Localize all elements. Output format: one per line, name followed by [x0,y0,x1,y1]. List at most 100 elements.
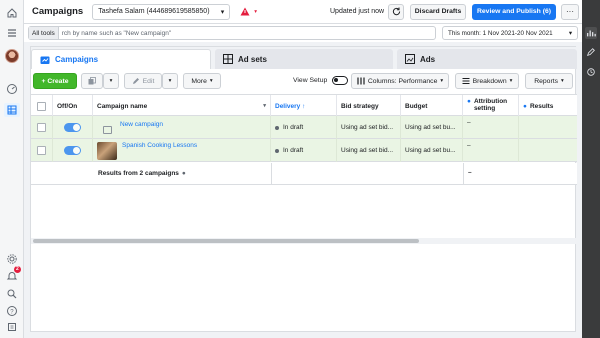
menu-icon[interactable] [4,26,20,40]
search-input[interactable]: All tools rch by name such as "New campa… [28,26,436,40]
column-header-label: Campaign name [97,102,148,110]
search-row: All tools rch by name such as "New campa… [24,24,582,42]
duplicate-dropdown[interactable]: ▾ [103,73,119,89]
home-icon[interactable] [4,6,20,20]
report-bug-icon[interactable] [4,320,20,334]
info-icon[interactable]: ● [523,103,527,110]
select-all-checkbox[interactable] [31,95,53,117]
search-icon[interactable] [4,287,20,301]
updated-status: Updated just now [330,8,385,15]
grid-icon[interactable] [4,103,20,117]
campaigns-panel: Campaigns Ad sets Ads + Create ▾ Edit ▾ … [30,46,577,332]
more-button[interactable]: More ▾ [183,73,221,89]
info-icon[interactable]: ● [467,98,471,105]
level-tabs: Campaigns Ad sets Ads [31,47,577,69]
campaign-thumbnail [97,142,117,160]
chevron-down-icon: ▾ [209,78,213,84]
review-and-publish-button[interactable]: Review and Publish (6) [472,3,556,20]
refresh-icon [392,7,400,16]
ad-account-select[interactable]: Tashefa Salam (444689619585850) ▾ [92,3,231,20]
chevron-down-icon: ▾ [568,29,572,37]
tab-campaigns[interactable]: Campaigns [31,49,211,69]
columns-label: Columns: Performance [367,77,438,85]
folder-icon [40,56,50,64]
settings-icon[interactable] [4,252,20,266]
view-setup-toggle[interactable] [332,76,348,87]
speedometer-icon[interactable] [4,82,20,96]
table-row[interactable]: New campaign In draft Using ad set bid..… [31,116,577,139]
breakdown-button[interactable]: Breakdown ▾ [455,73,519,89]
reports-label: Reports [534,77,559,85]
all-tools-chip[interactable]: All tools [29,27,59,39]
info-icon[interactable]: ● [182,170,186,177]
bid-strategy-cell: Using ad set bid... [337,116,401,139]
column-header-campaign-name[interactable]: Campaign name ▾ [93,95,271,117]
campaign-toggle[interactable] [53,139,93,162]
campaign-toggle[interactable] [53,116,93,139]
left-nav-rail: 2 ? [0,0,24,338]
search-placeholder: rch by name such as "New campaign" [61,29,172,37]
ad-icon [405,54,415,64]
bid-strategy-cell: Using ad set bid... [337,139,401,162]
refresh-button[interactable] [388,3,404,20]
results-summary-label: Results from 2 campaigns [98,170,179,177]
horizontal-scrollbar-thumb[interactable] [33,239,419,243]
more-options-button[interactable]: ··· [561,3,579,20]
ad-account-label: Tashefa Salam (444689619585850) [98,8,210,15]
columns-icon [357,77,365,85]
create-button[interactable]: + Create [33,73,77,89]
warning-icon [240,7,250,16]
column-header-delivery[interactable]: Delivery ↑ [271,95,337,117]
table-header: Off/On Campaign name ▾ Delivery ↑ Bid st… [31,94,577,117]
edit-pencil-icon[interactable] [585,46,597,58]
toolbar: + Create ▾ Edit ▾ More ▾ View Setup Colu… [31,69,577,93]
duplicate-button[interactable] [81,73,103,89]
chevron-down-icon: ▾ [220,8,225,16]
table-row[interactable]: Spanish Cooking Lessons In draft Using a… [31,139,577,162]
view-setup-label: View Setup [293,77,328,84]
bar-chart-icon[interactable] [585,27,597,39]
edit-dropdown[interactable]: ▾ [162,73,178,89]
avatar[interactable] [4,49,20,63]
right-side-rail [582,0,600,338]
warning-dropdown[interactable]: ▾ [240,7,257,16]
edit-label: Edit [142,77,155,85]
columns-button[interactable]: Columns: Performance ▾ [351,73,449,89]
column-header-bid-strategy[interactable]: Bid strategy [337,95,401,117]
row-checkbox[interactable] [31,116,53,139]
column-header-budget[interactable]: Budget [401,95,463,117]
chevron-down-icon: ▾ [168,78,172,84]
image-placeholder-icon [103,126,112,134]
tab-ad-sets[interactable]: Ad sets [215,49,393,69]
duplicate-icon [88,77,96,85]
results-summary: Results from 2 campaigns ● [98,170,186,177]
breakdown-icon [462,77,470,85]
attribution-cell: – [463,116,519,139]
campaign-name-link[interactable]: Spanish Cooking Lessons [122,142,197,149]
row-checkbox[interactable] [31,139,53,162]
column-header-results[interactable]: ● Results [519,95,577,117]
results-summary-row: Results from 2 campaigns ● – [31,163,577,185]
tab-label: Campaigns [55,55,99,64]
history-icon[interactable] [585,66,597,78]
date-range-picker[interactable]: This month: 1 Nov 2021-20 Nov 2021 ▾ [442,26,578,40]
discard-drafts-button[interactable]: Discard Drafts [410,3,466,20]
help-icon[interactable]: ? [4,304,20,318]
campaign-name-link[interactable]: New campaign [120,121,163,128]
reports-button[interactable]: Reports ▾ [525,73,573,89]
column-header-label: Results [529,102,554,110]
notification-badge: 2 [14,266,21,273]
column-header-label: Attribution setting [473,98,508,112]
delivery-status: In draft [283,124,304,131]
campaign-name-cell[interactable]: New campaign [93,116,271,139]
tab-ads[interactable]: Ads [397,49,577,69]
campaign-name-cell[interactable]: Spanish Cooking Lessons [93,139,271,162]
top-bar: Campaigns Tashefa Salam (444689619585850… [24,0,582,24]
column-divider [463,163,464,185]
date-range-label: This month: 1 Nov 2021-20 Nov 2021 [448,29,553,37]
edit-button[interactable]: Edit [124,73,162,89]
column-header-attribution[interactable]: ● Attribution setting [463,95,519,117]
notifications-icon[interactable]: 2 [4,266,21,283]
column-header-onoff[interactable]: Off/On [53,95,93,117]
chevron-down-icon: ▾ [509,78,513,84]
